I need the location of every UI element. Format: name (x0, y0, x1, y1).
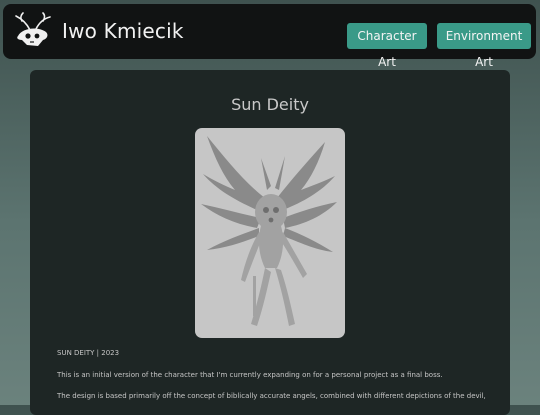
project-artwork-image[interactable] (195, 128, 345, 338)
skull-logo-icon[interactable] (12, 12, 52, 50)
character-art-button[interactable]: Character Art (347, 23, 427, 69)
site-header: Iwo Kmiecik Character Art Environment Ar… (3, 4, 536, 69)
project-description-paragraph: This is an initial version of the charac… (57, 371, 443, 379)
project-description-paragraph: The design is based primarily off the co… (57, 392, 486, 400)
environment-art-button[interactable]: Environment Art (437, 23, 531, 69)
project-title: Sun Deity (231, 95, 309, 114)
site-title[interactable]: Iwo Kmiecik (62, 19, 184, 43)
sculpt-render (201, 136, 337, 326)
project-card: Sun Deity SUN DEITY | 2023 This is an in… (30, 70, 510, 415)
project-meta: SUN DEITY | 2023 (57, 349, 120, 357)
